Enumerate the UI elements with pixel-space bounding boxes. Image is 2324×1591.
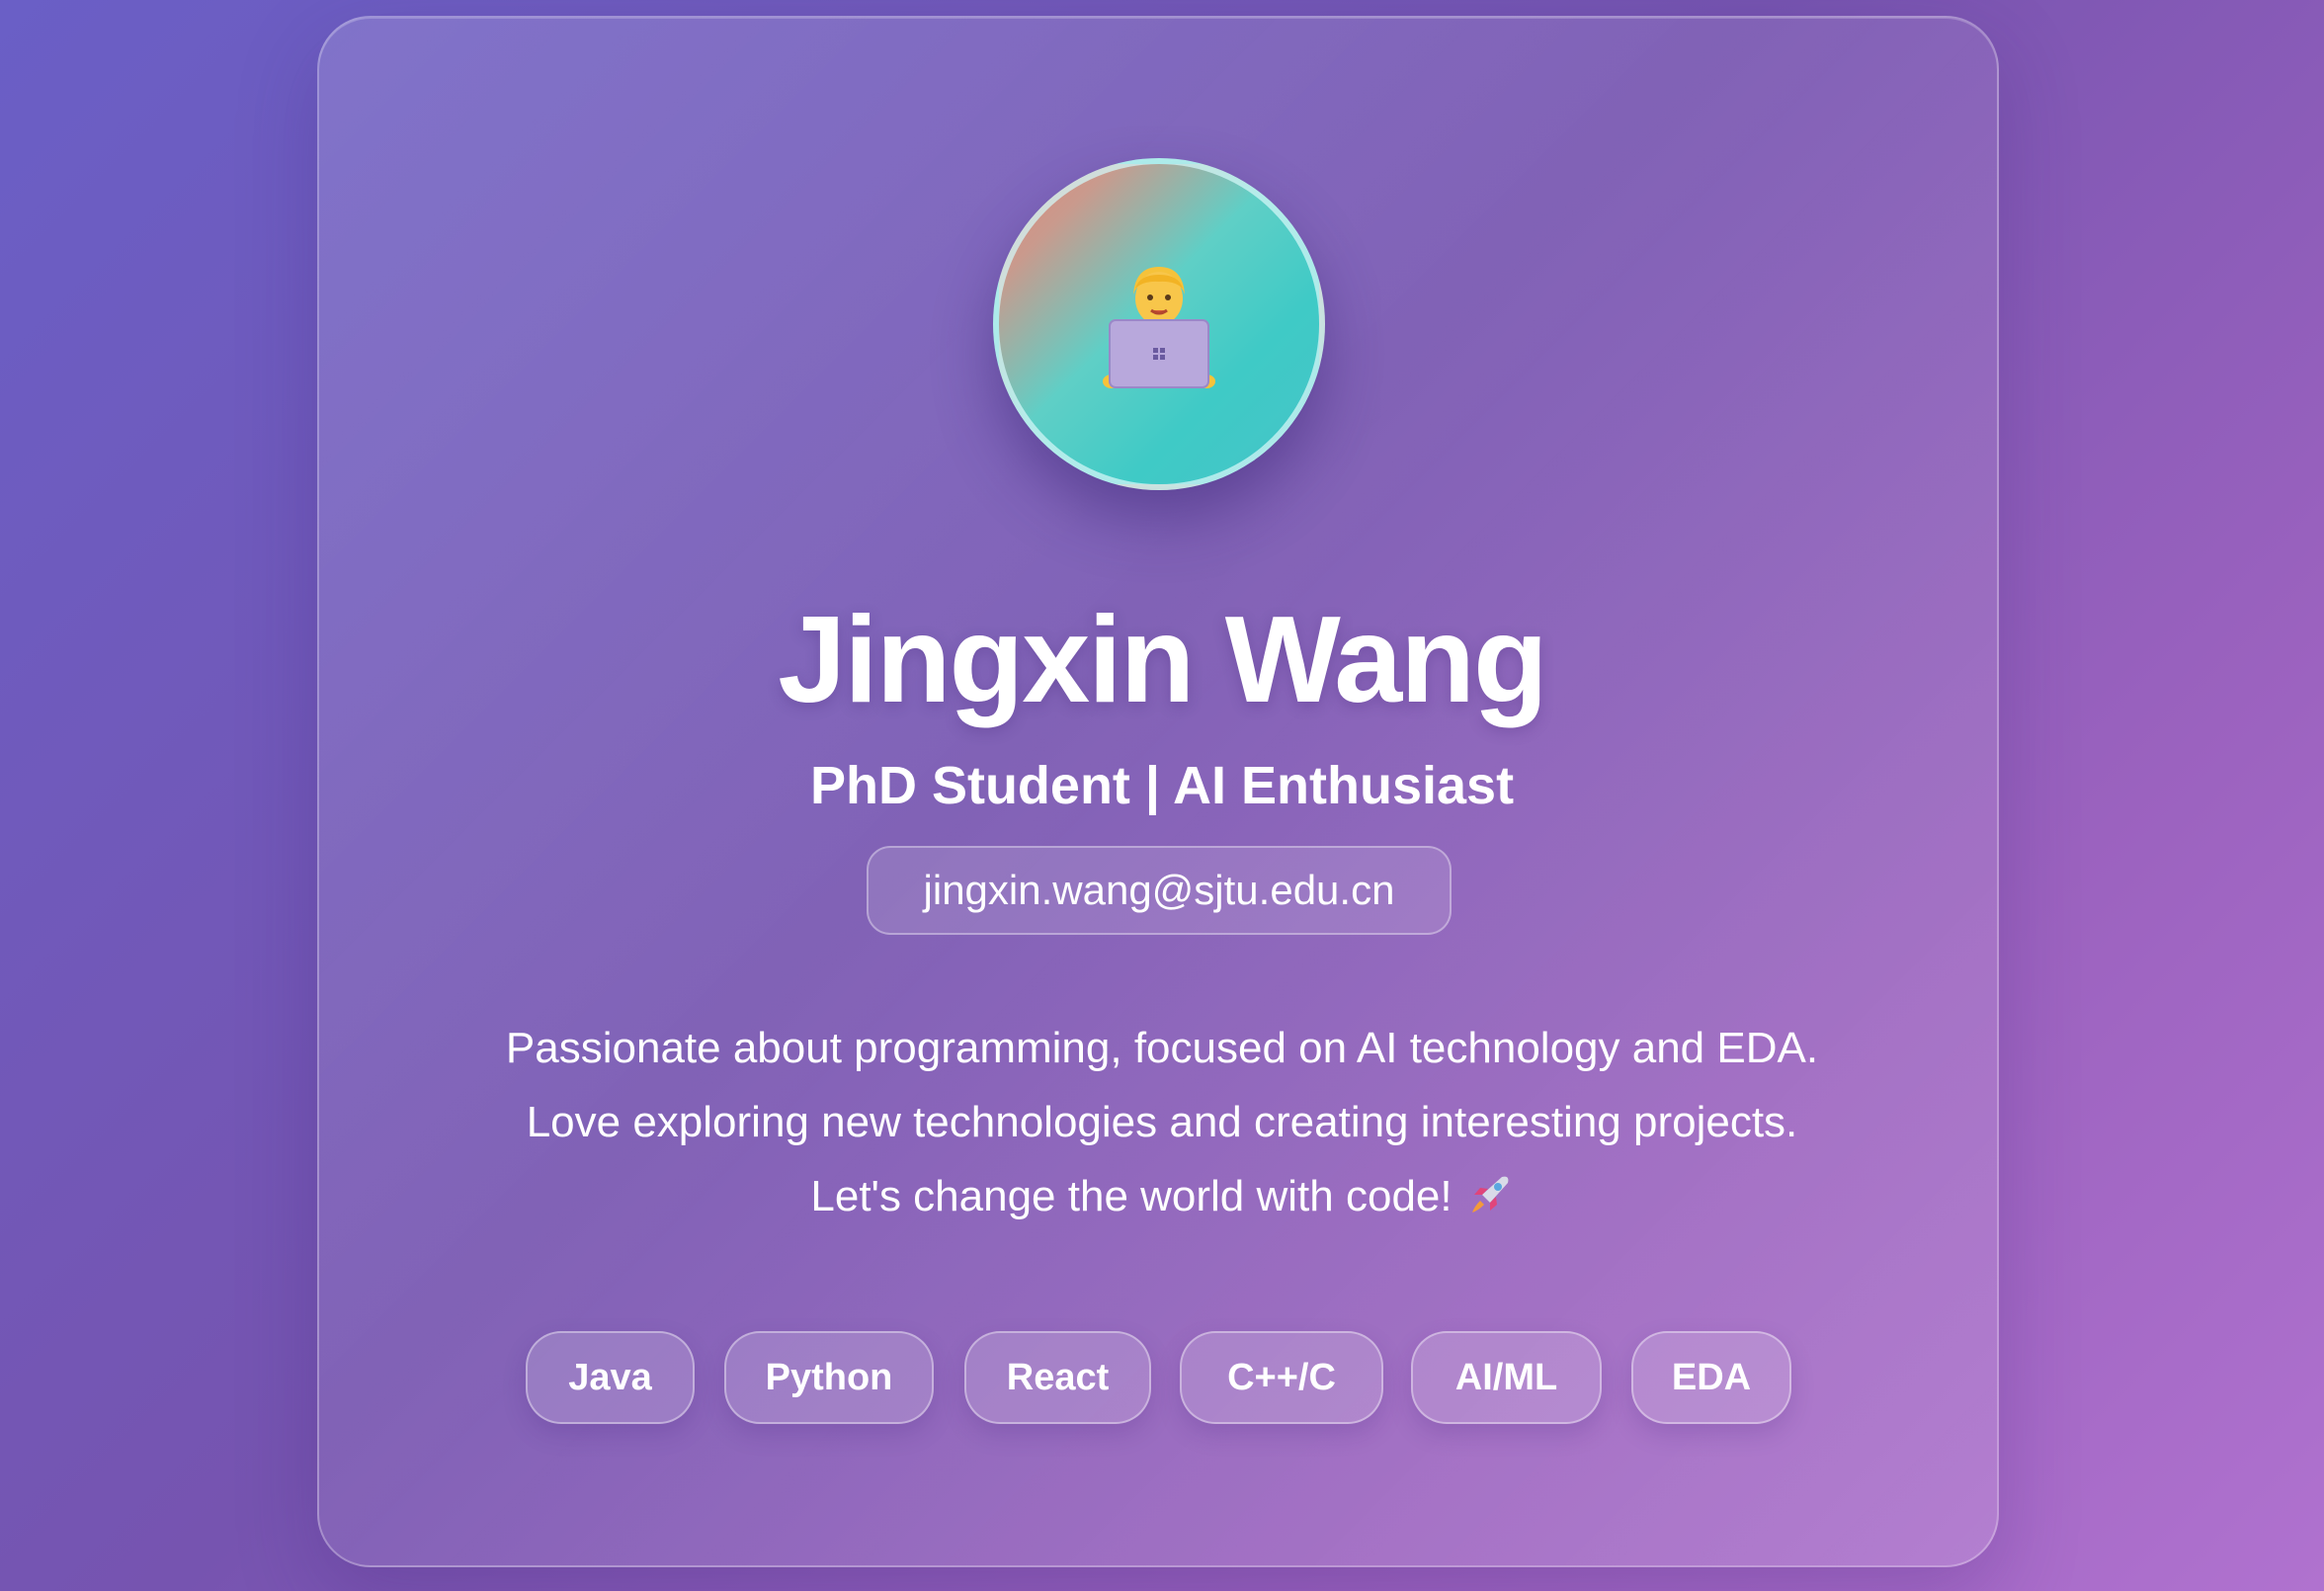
profile-name: Jingxin Wang [778, 592, 1547, 728]
bio-line: Passionate about programming, focused on… [505, 1024, 1819, 1072]
tag-cpp[interactable]: C++/C [1180, 1331, 1383, 1424]
tag-python[interactable]: Python [724, 1331, 934, 1424]
bio-line: Let's change the world with code! [0, 1159, 2324, 1233]
technologist-emoji-icon [1103, 267, 1215, 388]
bio: Passionate about programming, focused on… [0, 1011, 2324, 1233]
avatar [993, 158, 1325, 490]
tag-java[interactable]: Java [526, 1331, 695, 1424]
tag-react[interactable]: React [964, 1331, 1151, 1424]
bio-line: Love exploring new technologies and crea… [526, 1098, 1798, 1146]
tag-eda[interactable]: EDA [1631, 1331, 1791, 1424]
bio-line-text: Let's change the world with code! [810, 1172, 1452, 1220]
email-link[interactable]: jingxin.wang@sjtu.edu.cn [867, 846, 1452, 935]
tag-ai-ml[interactable]: AI/ML [1411, 1331, 1602, 1424]
profile-subtitle: PhD Student | AI Enthusiast [809, 756, 1515, 815]
rocket-icon [1471, 1176, 1509, 1214]
